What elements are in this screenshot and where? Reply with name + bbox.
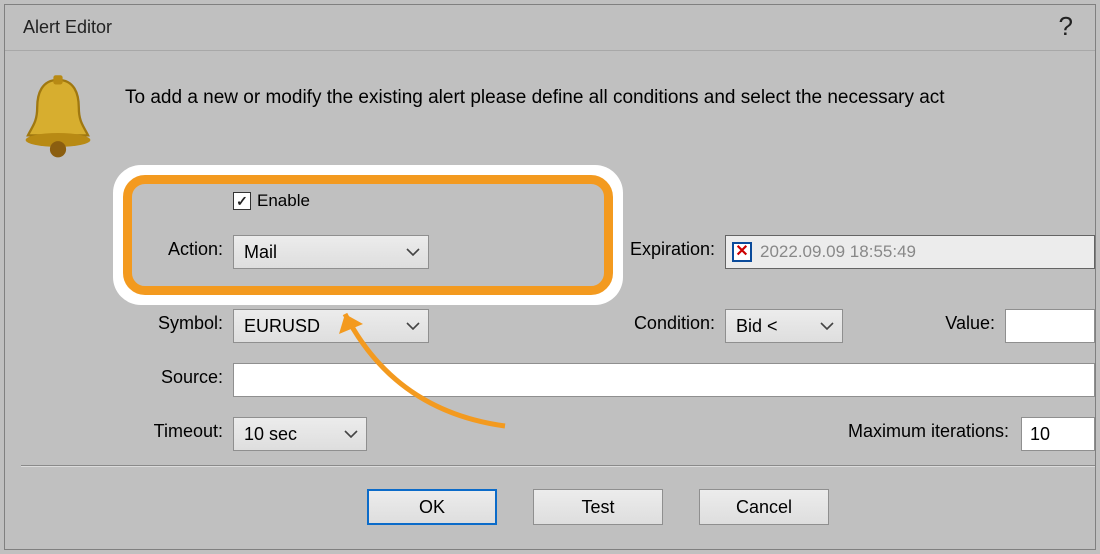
action-value: Mail (244, 242, 277, 263)
value-input[interactable] (1005, 309, 1095, 343)
test-button[interactable]: Test (533, 489, 663, 525)
alert-editor-window: Alert Editor ? To add a new or modify th… (4, 4, 1096, 550)
condition-dropdown[interactable]: Bid < (725, 309, 843, 343)
test-label: Test (581, 497, 614, 518)
titlebar: Alert Editor ? (5, 5, 1095, 51)
timeout-label: Timeout: (123, 421, 223, 442)
expiration-value: 2022.09.09 18:55:49 (760, 242, 916, 262)
chevron-down-icon (406, 322, 420, 330)
max-iter-input[interactable]: 10 (1021, 417, 1095, 451)
dialog-client: To add a new or modify the existing aler… (5, 51, 1095, 549)
value-label: Value: (925, 313, 995, 334)
symbol-label: Symbol: (123, 313, 223, 334)
source-label: Source: (133, 367, 223, 388)
help-button[interactable]: ? (1059, 11, 1073, 42)
condition-label: Condition: (595, 313, 715, 334)
max-iter-value: 10 (1030, 424, 1050, 445)
source-input[interactable] (233, 363, 1095, 397)
enable-checkbox[interactable] (233, 192, 251, 210)
enable-label: Enable (257, 191, 310, 211)
ok-button[interactable]: OK (367, 489, 497, 525)
action-dropdown[interactable]: Mail (233, 235, 429, 269)
timeout-dropdown[interactable]: 10 sec (233, 417, 367, 451)
window-title: Alert Editor (23, 17, 112, 38)
ok-label: OK (419, 497, 445, 518)
clear-date-icon[interactable]: ✕ (732, 242, 752, 262)
cancel-label: Cancel (736, 497, 792, 518)
max-iter-label: Maximum iterations: (789, 421, 1009, 442)
bell-icon (21, 75, 95, 161)
symbol-value: EURUSD (244, 316, 320, 337)
cancel-button[interactable]: Cancel (699, 489, 829, 525)
chevron-down-icon (406, 248, 420, 256)
enable-row: Enable (233, 191, 310, 211)
chevron-down-icon (820, 322, 834, 330)
condition-value: Bid < (736, 316, 778, 337)
action-label: Action: (143, 239, 223, 260)
symbol-dropdown[interactable]: EURUSD (233, 309, 429, 343)
divider (21, 465, 1095, 466)
instruction-text: To add a new or modify the existing aler… (125, 87, 1095, 109)
expiration-label: Expiration: (585, 239, 715, 260)
expiration-field[interactable]: ✕ 2022.09.09 18:55:49 (725, 235, 1095, 269)
timeout-value: 10 sec (244, 424, 297, 445)
chevron-down-icon (344, 430, 358, 438)
